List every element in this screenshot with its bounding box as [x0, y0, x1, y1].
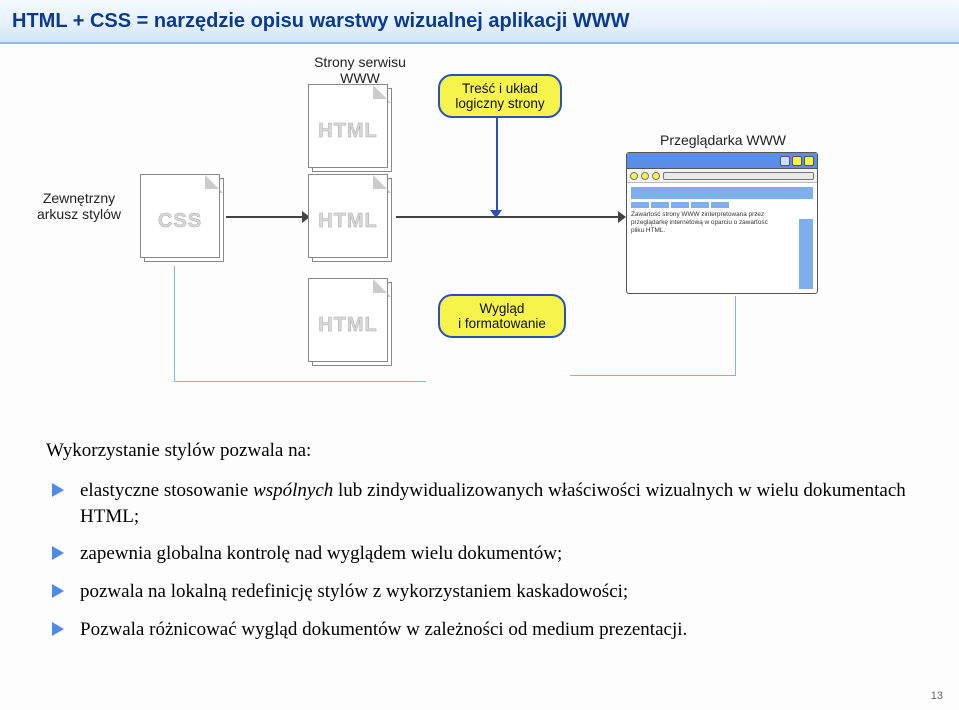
slide-header: HTML + CSS = narzędzie opisu warstwy wiz… [0, 0, 959, 44]
slide-body: Wykorzystanie stylów pozwala na: elastyc… [46, 440, 913, 654]
file-css: CSS [140, 174, 228, 264]
bullet-item: zapewnia globalna kontrolę nad wyglądem … [80, 541, 913, 567]
browser-nav [627, 169, 817, 183]
bullet-item: Pozwala różnicować wygląd dokumentów w z… [80, 617, 913, 643]
file-html-1-label: HTML [308, 120, 388, 143]
intro-text: Wykorzystanie stylów pozwala na: [46, 440, 913, 462]
file-css-label: CSS [140, 210, 220, 233]
arrow-css-to-html [226, 216, 304, 218]
caption-external-stylesheet: Zewnętrzny arkusz stylów [24, 190, 134, 222]
file-html-2-label: HTML [308, 210, 388, 233]
file-html-3-label: HTML [308, 314, 388, 337]
arrowhead-icon [618, 211, 626, 223]
file-html-3: HTML [308, 278, 396, 368]
arrow-bubble-to-html [496, 118, 498, 214]
page-number: 13 [931, 690, 943, 702]
browser-rendered-text: Zawartość strony WWW zinterpretowana prz… [631, 211, 781, 235]
bullet-list: elastyczne stosowanie wspólnych lub zind… [46, 478, 913, 642]
file-html-2: HTML [308, 174, 396, 264]
bubble-appearance-format: Wygląd i formatowanie [438, 294, 566, 338]
arrow-html-to-browser [396, 216, 620, 218]
bubble-content-layout: Treść i układ logiczny strony [438, 74, 562, 118]
architecture-diagram: Zewnętrzny arkusz stylów Strony serwisu … [140, 60, 820, 410]
file-html-1: HTML [308, 84, 396, 174]
browser-titlebar [627, 153, 817, 169]
caption-browser: Przeglądarka WWW [648, 132, 798, 148]
caption-service-pages: Strony serwisu WWW [310, 54, 410, 86]
slide-title: HTML + CSS = narzędzie opisu warstwy wiz… [12, 10, 630, 33]
feedback-link-right [570, 296, 736, 376]
browser-window: Zawartość strony WWW zinterpretowana prz… [626, 152, 818, 294]
bullet-item: pozwala na lokalną redefinicję stylów z … [80, 579, 913, 605]
bullet-item: elastyczne stosowanie wspólnych lub zind… [80, 478, 913, 529]
